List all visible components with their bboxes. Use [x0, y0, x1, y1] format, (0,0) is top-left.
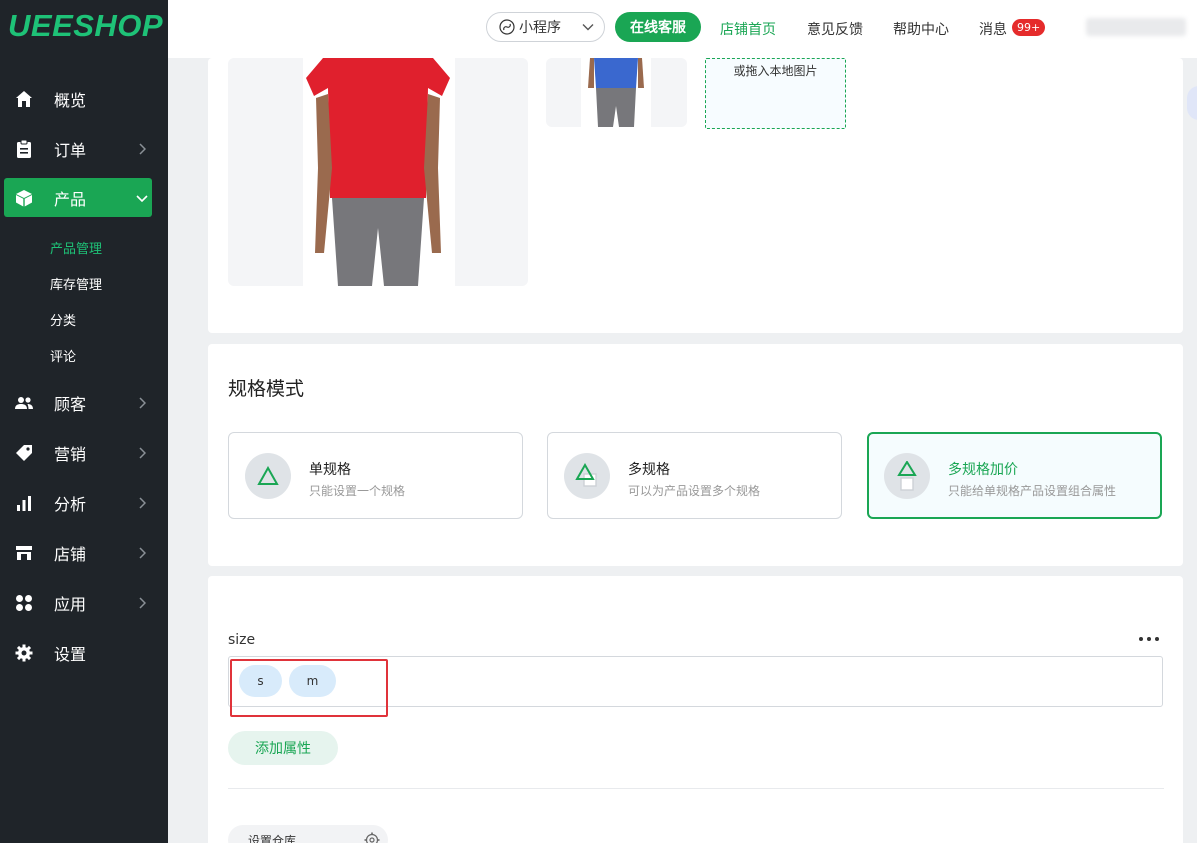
- sidebar-item-marketing[interactable]: 营销: [4, 433, 152, 472]
- set-warehouse-button[interactable]: 设置仓库: [228, 825, 388, 843]
- mini-program-button[interactable]: 小程序: [486, 12, 605, 42]
- triangle-square-icon: [564, 453, 610, 499]
- tag-icon: [14, 443, 34, 463]
- triangle-icon: [245, 453, 291, 499]
- chevron-down-icon: [132, 194, 152, 202]
- spec-option-desc: 只能设置一个规格: [309, 484, 406, 498]
- upload-dropzone[interactable]: 或拖入本地图片: [705, 58, 846, 129]
- main-product-image[interactable]: [228, 58, 528, 286]
- bar-chart-icon: [14, 493, 34, 513]
- triangle-square-stack-icon: [884, 453, 930, 499]
- messages-link[interactable]: 消息: [979, 19, 1007, 39]
- attribute-name: size: [228, 632, 256, 648]
- more-options-icon[interactable]: [1139, 632, 1159, 646]
- spec-option-title: 多规格加价: [948, 462, 1018, 478]
- store-icon: [14, 543, 34, 563]
- spec-mode-card: 规格模式 单规格 只能设置一个规格 多规格 可以为产品设置多个规格 多规格加价 …: [208, 344, 1183, 566]
- chevron-right-icon: [132, 142, 152, 155]
- sidebar-subitem-inventory[interactable]: 库存管理: [50, 274, 102, 293]
- home-icon: [14, 89, 34, 109]
- sidebar-subitem-product-management[interactable]: 产品管理: [50, 238, 102, 257]
- sidebar-item-label: 店铺: [54, 544, 87, 564]
- spec-option-desc: 可以为产品设置多个规格: [628, 484, 761, 498]
- sidebar-item-label: 产品: [54, 189, 87, 209]
- spec-option-multi[interactable]: 多规格 可以为产品设置多个规格: [547, 432, 842, 519]
- sidebar-item-label: 应用: [54, 594, 87, 614]
- online-service-button[interactable]: 在线客服: [615, 12, 701, 42]
- divider: [228, 788, 1164, 789]
- sidebar-item-apps[interactable]: 应用: [4, 583, 152, 622]
- chevron-down-icon: [582, 23, 594, 31]
- chevron-right-icon: [132, 546, 152, 559]
- attributes-card: size s m 添加属性 设置仓库: [208, 576, 1183, 843]
- sidebar-item-orders[interactable]: 订单: [4, 129, 152, 168]
- help-center-link[interactable]: 帮助中心: [893, 19, 949, 39]
- sidebar-item-label: 订单: [54, 140, 87, 160]
- chevron-right-icon: [132, 396, 152, 409]
- spec-option-single[interactable]: 单规格 只能设置一个规格: [228, 432, 523, 519]
- chevron-right-icon: [132, 496, 152, 509]
- highlight-box: [230, 659, 388, 717]
- chevron-right-icon: [132, 446, 152, 459]
- sidebar-subitem-reviews[interactable]: 评论: [50, 346, 76, 365]
- sidebar-item-label: 顾客: [54, 394, 87, 414]
- sidebar-item-label: 设置: [54, 644, 87, 664]
- clipboard-icon: [14, 139, 34, 159]
- gear-icon: [14, 643, 34, 663]
- sidebar: UEESHOP 概览 订单 产品 产品管理 库存管理 分类 评论 顾客 营销 分…: [0, 0, 168, 843]
- sidebar-item-label: 营销: [54, 444, 87, 464]
- spec-option-title: 单规格: [309, 462, 351, 478]
- product-images-card: 或拖入本地图片: [208, 58, 1183, 333]
- user-account[interactable]: [1086, 18, 1186, 36]
- feedback-link[interactable]: 意见反馈: [807, 19, 863, 39]
- logo[interactable]: UEESHOP: [8, 8, 163, 44]
- gear-icon: [364, 832, 380, 843]
- spec-option-title: 多规格: [628, 462, 670, 478]
- add-attribute-button[interactable]: 添加属性: [228, 731, 338, 765]
- messages-badge: 99+: [1012, 19, 1046, 36]
- sidebar-item-customers[interactable]: 顾客: [4, 383, 152, 422]
- link-icon: [499, 19, 515, 35]
- mini-program-label: 小程序: [519, 20, 561, 36]
- chevron-right-icon: [132, 596, 152, 609]
- store-home-link[interactable]: 店铺首页: [720, 19, 776, 39]
- sidebar-item-label: 概览: [54, 90, 87, 110]
- product-thumbnail[interactable]: [546, 58, 687, 127]
- top-bar: 小程序 在线客服 店铺首页 意见反馈 帮助中心 消息 99+: [168, 0, 1197, 58]
- sidebar-item-products[interactable]: 产品: [4, 178, 152, 217]
- spec-mode-title: 规格模式: [228, 378, 305, 400]
- box-icon: [14, 188, 34, 208]
- apps-icon: [14, 593, 34, 613]
- sidebar-item-store[interactable]: 店铺: [4, 533, 152, 572]
- upload-hint: 或拖入本地图片: [733, 64, 818, 78]
- spec-option-multi-surcharge[interactable]: 多规格加价 只能给单规格产品设置组合属性: [867, 432, 1162, 519]
- sidebar-item-overview[interactable]: 概览: [4, 79, 152, 118]
- floating-side-button[interactable]: [1187, 86, 1197, 120]
- users-icon: [14, 393, 34, 413]
- spec-option-desc: 只能给单规格产品设置组合属性: [948, 484, 1117, 498]
- sidebar-item-label: 分析: [54, 494, 87, 514]
- sidebar-subitem-categories[interactable]: 分类: [50, 310, 76, 329]
- set-warehouse-label: 设置仓库: [248, 833, 297, 843]
- sidebar-item-analytics[interactable]: 分析: [4, 483, 152, 522]
- sidebar-item-settings[interactable]: 设置: [4, 633, 152, 672]
